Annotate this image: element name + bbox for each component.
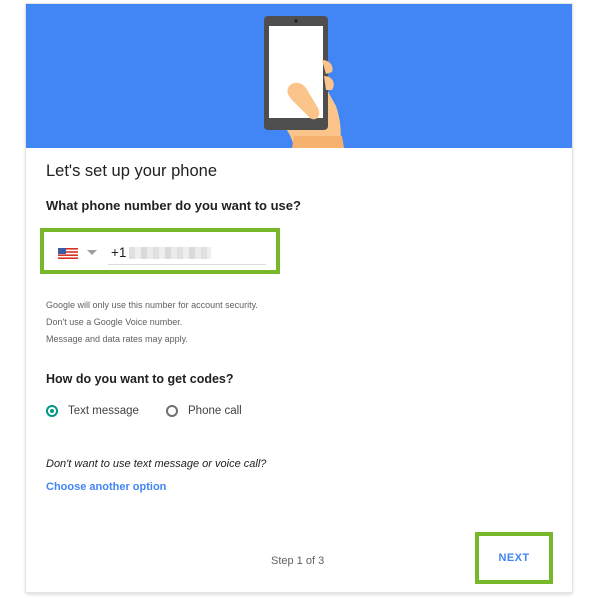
radio-phone-call[interactable]: Phone call [166,403,242,419]
header-banner [26,4,572,148]
notice-line: Don't use a Google Voice number. [46,317,183,327]
page-title: Let's set up your phone [46,162,218,180]
country-dropdown-caret-icon[interactable] [87,250,97,255]
radio-unselected-icon[interactable] [166,405,178,417]
notice-line: Message and data rates may apply. [46,334,188,344]
setup-phone-card: Let's set up your phone What phone numbe… [26,4,572,592]
phone-number-field[interactable]: +1 [40,228,280,274]
next-button-highlight: NEXT [475,532,553,584]
hand-holding-phone-illustration [264,16,344,148]
alternative-question: Don't want to use text message or voice … [46,458,267,470]
phone-number-value-redacted[interactable] [129,247,211,259]
step-indicator: Step 1 of 3 [271,555,325,567]
radio-label[interactable]: Text message [68,405,139,417]
radio-selected-icon[interactable] [46,405,58,417]
choose-another-option-link[interactable]: Choose another option [46,481,166,493]
country-code: +1 [111,245,127,260]
radio-label[interactable]: Phone call [188,405,242,417]
us-flag-icon[interactable] [58,248,78,259]
security-notice: Google will only use this number for acc… [46,297,258,348]
phone-input-underline [108,264,266,265]
next-button[interactable]: NEXT [499,552,530,564]
codes-question: How do you want to get codes? [46,372,234,386]
phone-number-question: What phone number do you want to use? [46,198,301,213]
notice-line: Google will only use this number for acc… [46,300,258,310]
radio-text-message[interactable]: Text message [46,403,139,419]
